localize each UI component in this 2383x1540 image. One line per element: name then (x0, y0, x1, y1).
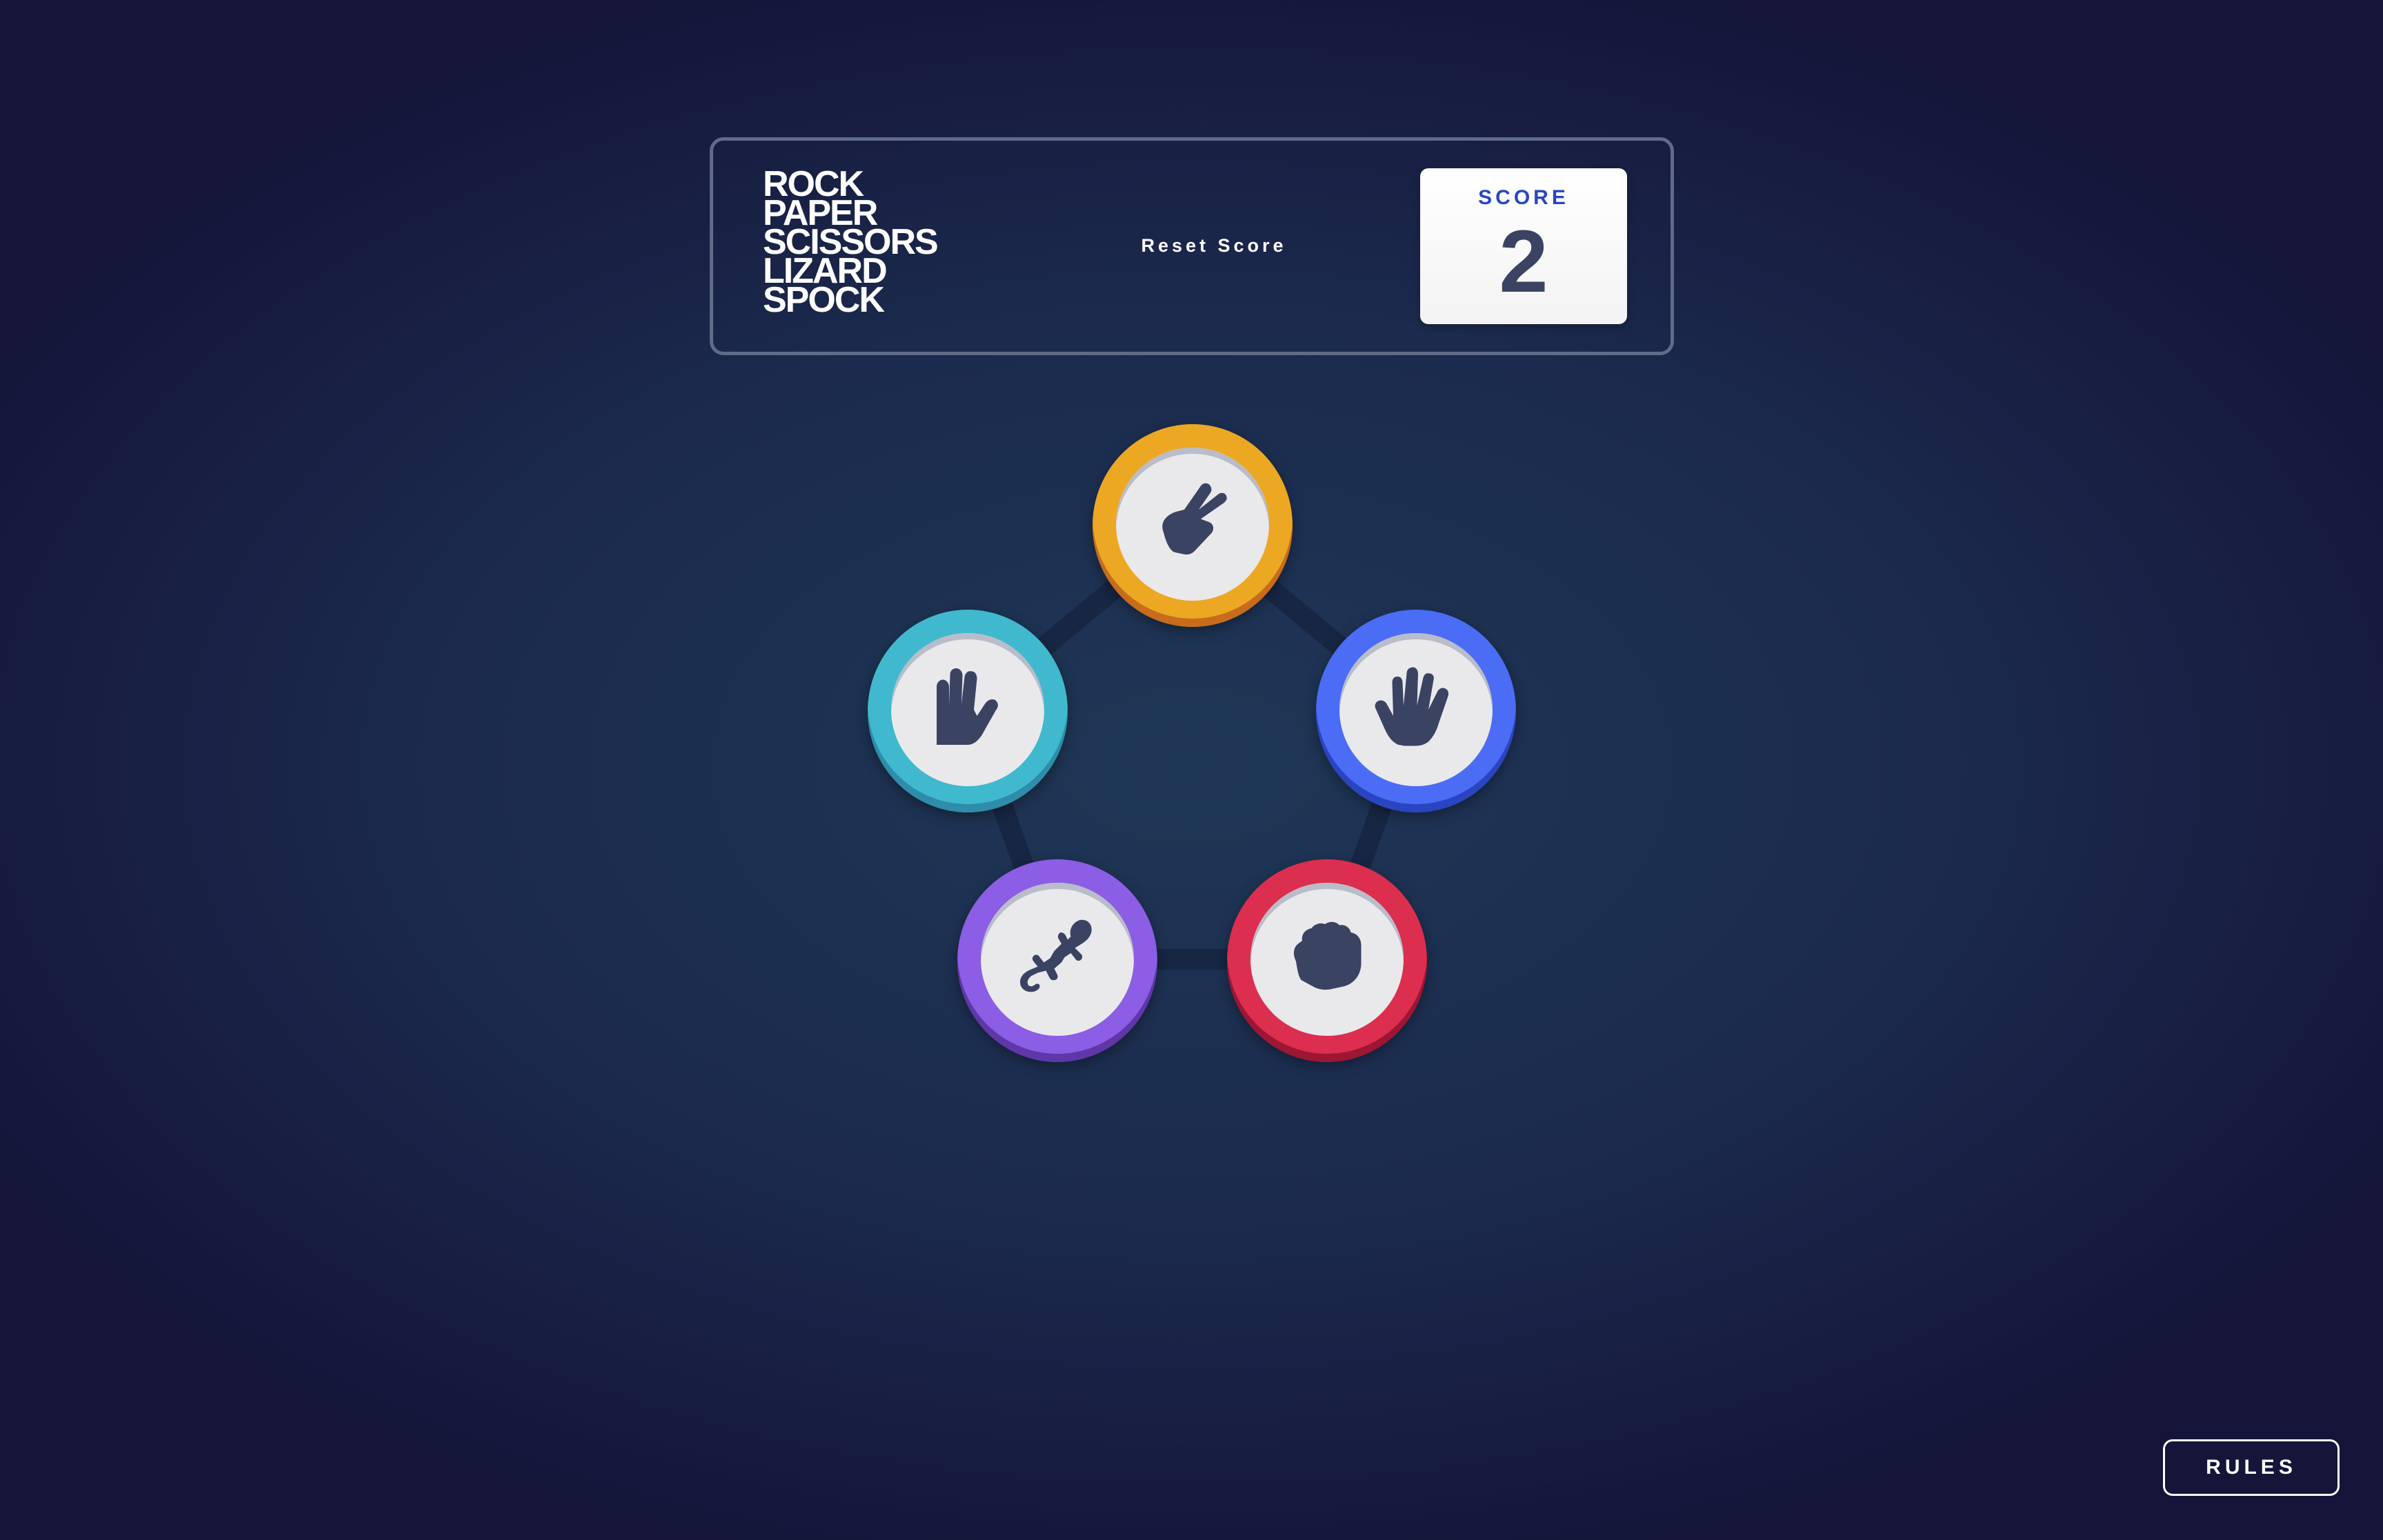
rock-token-face (1250, 883, 1404, 1036)
rules-button[interactable]: RULES (2163, 1439, 2340, 1496)
game-board (0, 0, 2383, 1540)
scissors-token[interactable] (1093, 424, 1293, 627)
spock-token[interactable] (868, 610, 1068, 812)
rock-fist-icon (1293, 921, 1362, 990)
rock-token[interactable] (1227, 859, 1427, 1062)
paper-hand-icon (1375, 667, 1449, 746)
lizard-token-face (981, 883, 1134, 1036)
paper-token-face (1339, 633, 1493, 786)
lizard-token[interactable] (957, 859, 1157, 1062)
spock-token-face (891, 633, 1044, 786)
pentagon-background (957, 514, 1426, 970)
lizard-icon (1020, 919, 1092, 992)
scissors-token-face (1116, 448, 1269, 601)
spock-hand-icon (937, 668, 998, 745)
scissors-hand-icon (1162, 483, 1227, 555)
paper-token[interactable] (1316, 610, 1516, 812)
